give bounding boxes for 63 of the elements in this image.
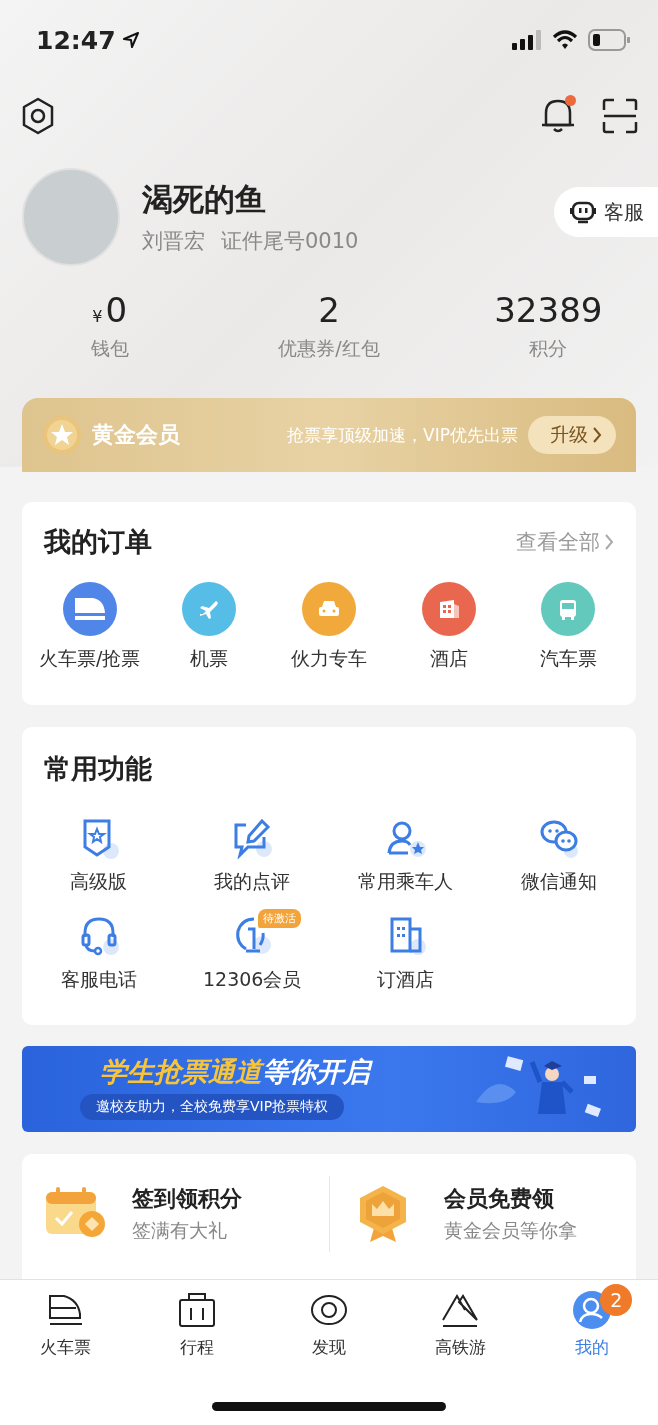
section-title: 我的订单 [44,525,152,559]
chevron-right-icon [604,533,614,551]
status-tag: 待激活 [258,909,302,928]
customer-service-button[interactable]: 客服 [554,187,658,237]
banner-subtitle: 邀校友助力，全校免费享VIP抢票特权 [80,1094,345,1120]
location-arrow-icon [121,31,140,49]
function-item[interactable]: 订酒店 [329,913,483,993]
nickname: 渴死的鱼 [142,180,267,219]
star-badge-icon [42,415,82,455]
order-category[interactable]: 汽车票 [508,582,628,672]
stat-label: 积分 [529,336,568,361]
function-label: 12306会员 [203,967,302,992]
task-title: 签到领积分 [132,1185,242,1213]
train-icon [74,598,105,620]
upgrade-button[interactable]: 升级 [528,416,616,454]
stat-label: 钱包 [90,336,129,361]
stat-label: 优惠券/红包 [278,336,380,361]
function-label: 常用乘车人 [358,869,454,894]
stat-value: 0 [105,290,128,330]
order-category[interactable]: 伙力专车 [269,582,389,672]
task-subtitle: 黄金会员等你拿 [444,1218,577,1243]
scan-icon[interactable] [602,98,638,134]
promo-banner[interactable]: 学生抢票通道等你开启 邀校友助力，全校免费享VIP抢票特权 [22,1046,636,1132]
stat-value: 32389 [494,290,603,330]
function-item[interactable]: 常用乘车人 [329,815,483,895]
membership-title: 黄金会员 [92,421,180,449]
tab-item[interactable]: 行程 [131,1290,264,1366]
order-category[interactable]: 火车票/抢票 [30,582,150,672]
count-badge: 2 [600,1284,633,1316]
pencil-note-icon [232,817,273,859]
settings-icon[interactable] [20,96,56,136]
order-category[interactable]: 酒店 [388,582,509,672]
wifi-icon [552,30,578,50]
function-item[interactable]: 微信通知 [482,815,636,895]
task-item[interactable]: 会员免费领 黄金会员等你拿 [329,1176,636,1252]
real-name: 刘晋宏 [142,228,205,255]
function-label: 我的点评 [214,869,291,894]
task-subtitle: 签满有大礼 [132,1218,228,1243]
clock-time: 12:47 [36,25,116,55]
task-item[interactable]: 签到领积分 签满有大礼 [22,1176,329,1252]
membership-slogan: 抢票享顶级加速，VIP优先出票 [287,423,518,447]
function-label: 微信通知 [521,869,598,894]
currency-sign: ¥ [92,307,103,326]
task-title: 会员免费领 [444,1185,555,1213]
function-item[interactable]: 我的点评 [175,815,329,895]
battery-icon [588,29,630,51]
function-item[interactable]: 客服电话 [22,913,176,993]
robot-icon [570,200,596,224]
id-number-note: 证件尾号0010 [221,228,359,255]
section-title: 常用功能 [44,752,152,786]
tab-item[interactable]: 发现 [263,1290,395,1366]
membership-card[interactable]: 黄金会员 抢票享顶级加速，VIP优先出票 升级 [22,398,636,472]
stat-value: 2 [318,290,340,330]
function-label: 客服电话 [60,967,137,992]
function-label: 订酒店 [377,967,435,992]
chevron-right-icon [592,426,602,444]
tab-item[interactable]: 高铁游 [394,1290,527,1366]
function-item[interactable]: 高级版 [22,815,176,895]
order-category[interactable]: 机票 [149,582,270,672]
suitcase-icon [177,1290,218,1330]
tab-item[interactable]: 火车票 [0,1290,132,1366]
function-label: 高级版 [70,869,128,894]
signal-icon [512,30,542,50]
